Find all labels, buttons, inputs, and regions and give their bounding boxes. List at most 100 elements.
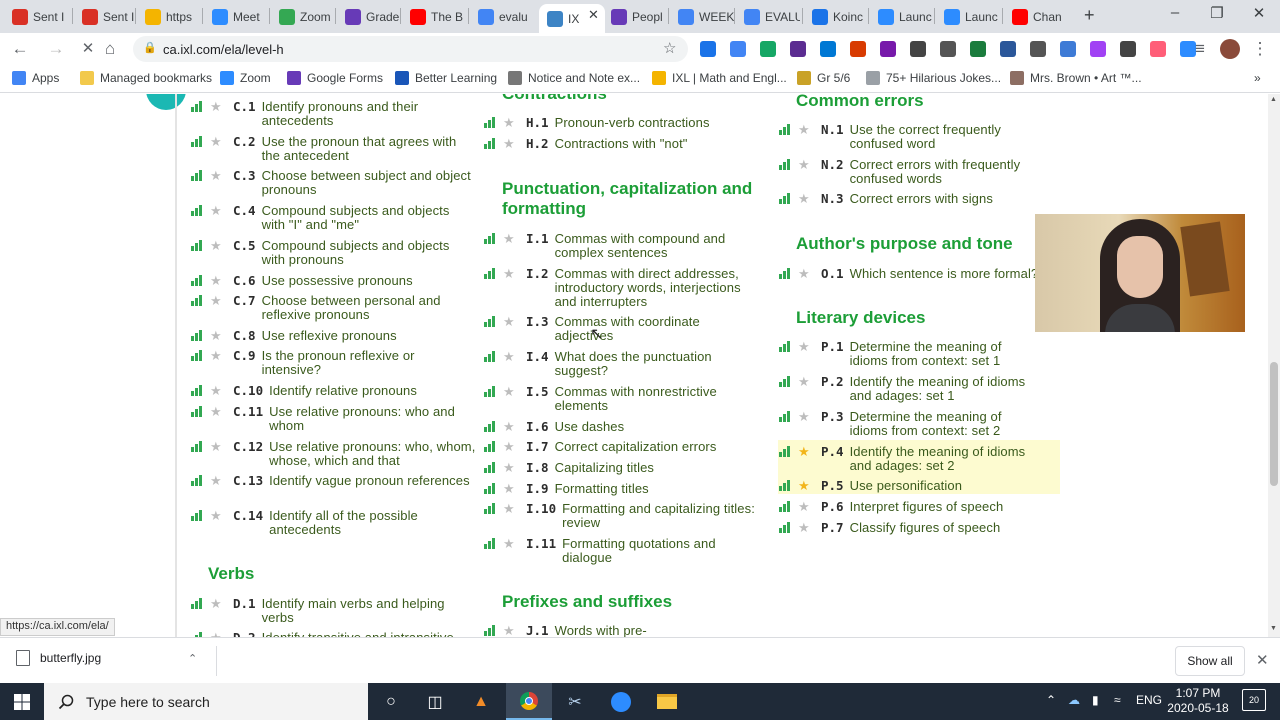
tab-1[interactable]: Sent I <box>4 4 68 29</box>
download-filename[interactable]: butterfly.jpg <box>40 651 101 665</box>
more-bookmarks-icon[interactable]: » <box>1254 71 1261 85</box>
office-ext-icon[interactable] <box>850 41 866 57</box>
skill-i-5[interactable]: ★ I.5 Commas with nonrestrictive elements <box>484 385 760 413</box>
skill-i-9[interactable]: ★ I.9 Formatting titles <box>484 482 760 496</box>
system-clock[interactable]: 1:07 PM 2020-05-18 <box>1160 686 1236 716</box>
scroll-up-icon[interactable]: ▲ <box>1270 96 1277 103</box>
skill-name[interactable]: Contractions with "not" <box>555 137 760 151</box>
skill-name[interactable]: Identify main verbs and helping verbs <box>262 597 472 625</box>
scroll-down-icon[interactable]: ▼ <box>1270 625 1277 632</box>
mote-ext-icon[interactable] <box>1150 41 1166 57</box>
skill-name[interactable]: Choose between subject and object pronou… <box>262 169 472 197</box>
skill-c-7[interactable]: ★ C.7 Choose between personal and reflexiv… <box>191 294 472 322</box>
skill-p-7[interactable]: ★ P.7 Classify figures of speech <box>779 521 1040 535</box>
skill-name[interactable]: Use personification <box>850 479 1040 493</box>
task-view-icon[interactable]: ◫ <box>412 683 458 720</box>
skill-name[interactable]: Commas with nonrestrictive elements <box>555 385 760 413</box>
new-tab-icon[interactable]: + <box>1084 5 1095 26</box>
skill-name[interactable]: Use relative pronouns: who and whom <box>269 405 479 433</box>
tab-14[interactable]: Launc <box>870 4 934 29</box>
tab-15[interactable]: Launc <box>936 4 1000 29</box>
skill-i-11[interactable]: ★ I.11 Formatting quotations and dialogue <box>484 537 767 565</box>
skype-ext-icon[interactable] <box>700 41 716 57</box>
tab-10[interactable]: Peopl <box>603 4 667 29</box>
skill-name[interactable]: Compound subjects and objects with "I" a… <box>262 204 472 232</box>
maximize-icon[interactable]: ❐ <box>1202 4 1232 22</box>
url-text[interactable]: ca.ixl.com/ela/level-h <box>163 42 284 57</box>
minimize-icon[interactable]: – <box>1160 4 1190 21</box>
stop-loading-icon[interactable]: ✕ <box>76 39 100 57</box>
bookmark-9[interactable]: 75+ Hilarious Jokes... <box>866 71 1001 85</box>
skill-i-8[interactable]: ★ I.8 Capitalizing titles <box>484 461 760 475</box>
wifi-icon[interactable]: ≈ <box>1114 693 1121 707</box>
show-all-button[interactable]: Show all <box>1175 646 1245 676</box>
skill-name[interactable]: Use relative pronouns: who, whom, whose,… <box>269 440 479 468</box>
skill-c-1[interactable]: ★ C.1 Identify pronouns and their antecede… <box>191 100 472 128</box>
skill-p-6[interactable]: ★ P.6 Interpret figures of speech <box>779 500 1040 514</box>
skill-name[interactable]: Correct errors with signs <box>850 192 1040 206</box>
skill-name[interactable]: Commas with coordinate adjectives <box>555 315 760 343</box>
skill-i-10[interactable]: ★ I.10 Formatting and capitalizing titles:… <box>484 502 767 530</box>
profile-avatar[interactable] <box>1220 39 1240 59</box>
bookmark-star-icon[interactable]: ☆ <box>663 39 676 57</box>
skill-n-1[interactable]: ★ N.1 Use the correct frequently confused … <box>779 123 1040 151</box>
grammarly-ext-icon[interactable] <box>760 41 776 57</box>
skill-i-3[interactable]: ★ I.3 Commas with coordinate adjectives <box>484 315 760 343</box>
skill-name[interactable]: Commas with compound and complex sentenc… <box>555 232 760 260</box>
skill-p-3[interactable]: ★ P.3 Determine the meaning of idioms from… <box>779 410 1040 438</box>
close-window-icon[interactable]: ✕ <box>1244 4 1274 22</box>
tab-11[interactable]: WEEK <box>670 4 734 29</box>
cortana-icon[interactable]: ○ <box>368 683 414 720</box>
tab-2[interactable]: Sent I <box>74 4 138 29</box>
skill-i-2[interactable]: ★ I.2 Commas with direct addresses, introd… <box>484 267 760 309</box>
bookmark-7[interactable]: IXL | Math and Engl... <box>652 71 787 85</box>
skill-name[interactable]: Identify the meaning of idioms and adage… <box>850 375 1040 403</box>
skill-name[interactable]: Correct capitalization errors <box>555 440 760 454</box>
skill-i-7[interactable]: ★ I.7 Correct capitalization errors <box>484 440 760 454</box>
bookmark-10[interactable]: Mrs. Brown • Art ™... <box>1010 71 1142 85</box>
forward-icon[interactable]: → <box>44 39 68 59</box>
taskbar-search-box[interactable]: Type here to search <box>44 683 368 720</box>
skill-p-1[interactable]: ★ P.1 Determine the meaning of idioms from… <box>779 340 1040 368</box>
pen-ext-icon[interactable] <box>1000 41 1016 57</box>
skill-n-3[interactable]: ★ N.3 Correct errors with signs <box>779 192 1040 206</box>
reading-list-icon[interactable]: ≡ <box>1188 39 1212 59</box>
battery-icon[interactable]: ▮ <box>1092 693 1099 707</box>
bookmark-3[interactable]: Zoom <box>220 71 271 85</box>
skill-c-11[interactable]: ★ C.11 Use relative pronouns: who and whom <box>191 405 479 433</box>
chrome-icon[interactable] <box>506 683 552 720</box>
onedrive-icon[interactable]: ☁ <box>1068 693 1080 707</box>
tab-3[interactable]: https <box>137 4 201 29</box>
skill-name[interactable]: Classify figures of speech <box>850 521 1040 535</box>
bookmark-2[interactable]: Managed bookmarks <box>80 71 212 85</box>
skill-name[interactable]: Commas with direct addresses, introducto… <box>555 267 760 309</box>
skill-c-9[interactable]: ★ C.9 Is the pronoun reflexive or intensiv… <box>191 349 472 377</box>
skill-name[interactable]: Interpret figures of speech <box>850 500 1040 514</box>
rocket-ext-icon[interactable] <box>910 41 926 57</box>
clip-ext-icon[interactable] <box>940 41 956 57</box>
skill-name[interactable]: Identify the meaning of idioms and adage… <box>850 445 1040 473</box>
tab-5[interactable]: Zoom <box>271 4 335 29</box>
skill-name[interactable]: Compound subjects and objects with prono… <box>262 239 472 267</box>
skill-name[interactable]: Determine the meaning of idioms from con… <box>850 340 1040 368</box>
read-write-ext-icon[interactable] <box>1090 41 1106 57</box>
skill-c-10[interactable]: ★ C.10 Identify relative pronouns <box>191 384 479 398</box>
translate-ext-icon[interactable] <box>730 41 746 57</box>
address-bar[interactable]: 🔒 ca.ixl.com/ela/level-h ☆ <box>133 36 688 62</box>
skill-d-1[interactable]: ★ D.1 Identify main verbs and helping verb… <box>191 597 472 625</box>
bookmark-1[interactable]: Apps <box>12 71 59 85</box>
windows-ext-icon[interactable] <box>820 41 836 57</box>
tab-12[interactable]: EVALU <box>736 4 800 29</box>
onenote-ext-icon[interactable] <box>880 41 896 57</box>
lock-icon[interactable]: 🔒 <box>143 41 157 54</box>
skill-name[interactable]: Words with pre- <box>555 624 760 638</box>
zoom-app-icon[interactable] <box>598 683 644 720</box>
skill-name[interactable]: Determine the meaning of idioms from con… <box>850 410 1040 438</box>
screencast-ext-icon[interactable] <box>970 41 986 57</box>
skill-c-3[interactable]: ★ C.3 Choose between subject and object pr… <box>191 169 472 197</box>
back-icon[interactable]: ← <box>8 39 32 59</box>
cursor-ext-icon[interactable] <box>1120 41 1136 57</box>
skill-name[interactable]: Identify all of the possible antecedents <box>269 509 479 537</box>
skill-name[interactable]: Which sentence is more formal? <box>850 267 1040 281</box>
skill-c-4[interactable]: ★ C.4 Compound subjects and objects with "… <box>191 204 472 232</box>
